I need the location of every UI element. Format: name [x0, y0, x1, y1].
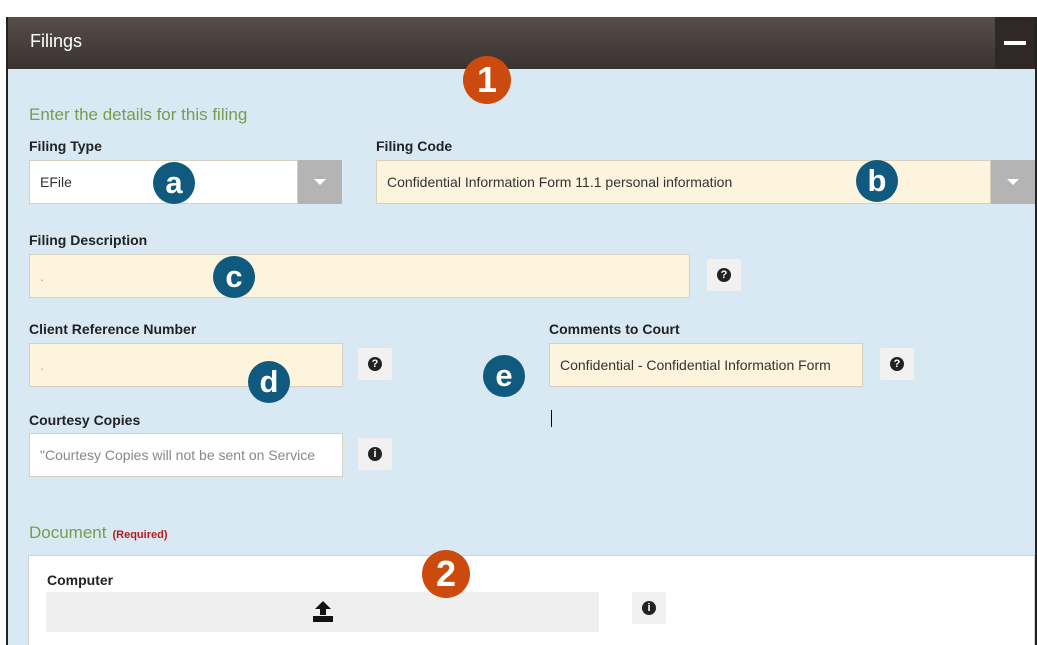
collapse-button[interactable]	[995, 17, 1035, 69]
filing-description-label: Filing Description	[29, 232, 148, 248]
courtesy-copies-label: Courtesy Copies	[29, 412, 141, 428]
info-circle-icon: i	[642, 601, 656, 615]
filing-description-value: .	[40, 268, 44, 284]
filing-code-dropdown-button[interactable]	[991, 160, 1035, 204]
filing-description-help-button[interactable]: ?	[707, 259, 741, 291]
question-circle-icon: ?	[890, 357, 904, 371]
panel-header: Filings	[8, 17, 1035, 69]
annotation-badge-2: 2	[422, 550, 470, 598]
document-heading: Document (Required)	[29, 523, 167, 543]
annotation-badge-b: b	[856, 160, 898, 202]
minus-icon	[1004, 41, 1026, 45]
question-circle-icon: ?	[368, 357, 382, 371]
filing-code-value: Confidential Information Form 11.1 perso…	[387, 174, 733, 190]
filings-panel: Filings Enter the details for this filin…	[6, 17, 1037, 645]
annotation-badge-1: 1	[463, 56, 511, 104]
filing-type-label: Filing Type	[29, 138, 102, 154]
filing-type-value: EFile	[40, 174, 72, 190]
panel-title: Filings	[30, 31, 83, 51]
annotation-badge-d: d	[248, 361, 290, 403]
filing-code-select[interactable]: Confidential Information Form 11.1 perso…	[376, 160, 991, 204]
question-circle-icon: ?	[717, 268, 731, 282]
courtesy-copies-input[interactable]: "Courtesy Copies will not be sent on Ser…	[29, 433, 343, 477]
filing-description-input[interactable]: .	[29, 254, 690, 298]
annotation-badge-c: c	[213, 256, 255, 298]
chevron-down-icon	[1007, 179, 1019, 185]
comments-value: Confidential - Confidential Information …	[560, 357, 831, 373]
comments-input[interactable]: Confidential - Confidential Information …	[549, 343, 863, 387]
courtesy-copies-info-button[interactable]: i	[358, 438, 392, 470]
required-label: (Required)	[112, 529, 168, 541]
annotation-badge-e: e	[483, 355, 525, 397]
computer-label: Computer	[47, 572, 114, 588]
filing-code-label: Filing Code	[376, 138, 453, 154]
chevron-down-icon	[314, 179, 326, 185]
filing-type-dropdown-button[interactable]	[298, 160, 342, 204]
client-reference-help-button[interactable]: ?	[358, 348, 392, 380]
annotation-badge-a: a	[153, 162, 195, 204]
document-heading-text: Document	[29, 523, 107, 542]
client-reference-label: Client Reference Number	[29, 321, 197, 337]
details-heading: Enter the details for this filing	[29, 105, 248, 124]
comments-help-button[interactable]: ?	[880, 348, 914, 380]
courtesy-copies-value: "Courtesy Copies will not be sent on Ser…	[40, 447, 315, 463]
text-cursor	[551, 410, 552, 427]
info-circle-icon: i	[368, 447, 382, 461]
file-upload-button[interactable]	[46, 592, 599, 632]
client-reference-value: .	[40, 357, 44, 373]
upload-icon	[312, 601, 333, 622]
client-reference-input[interactable]: .	[29, 343, 343, 387]
comments-label: Comments to Court	[549, 321, 680, 337]
document-info-button[interactable]: i	[632, 592, 666, 624]
